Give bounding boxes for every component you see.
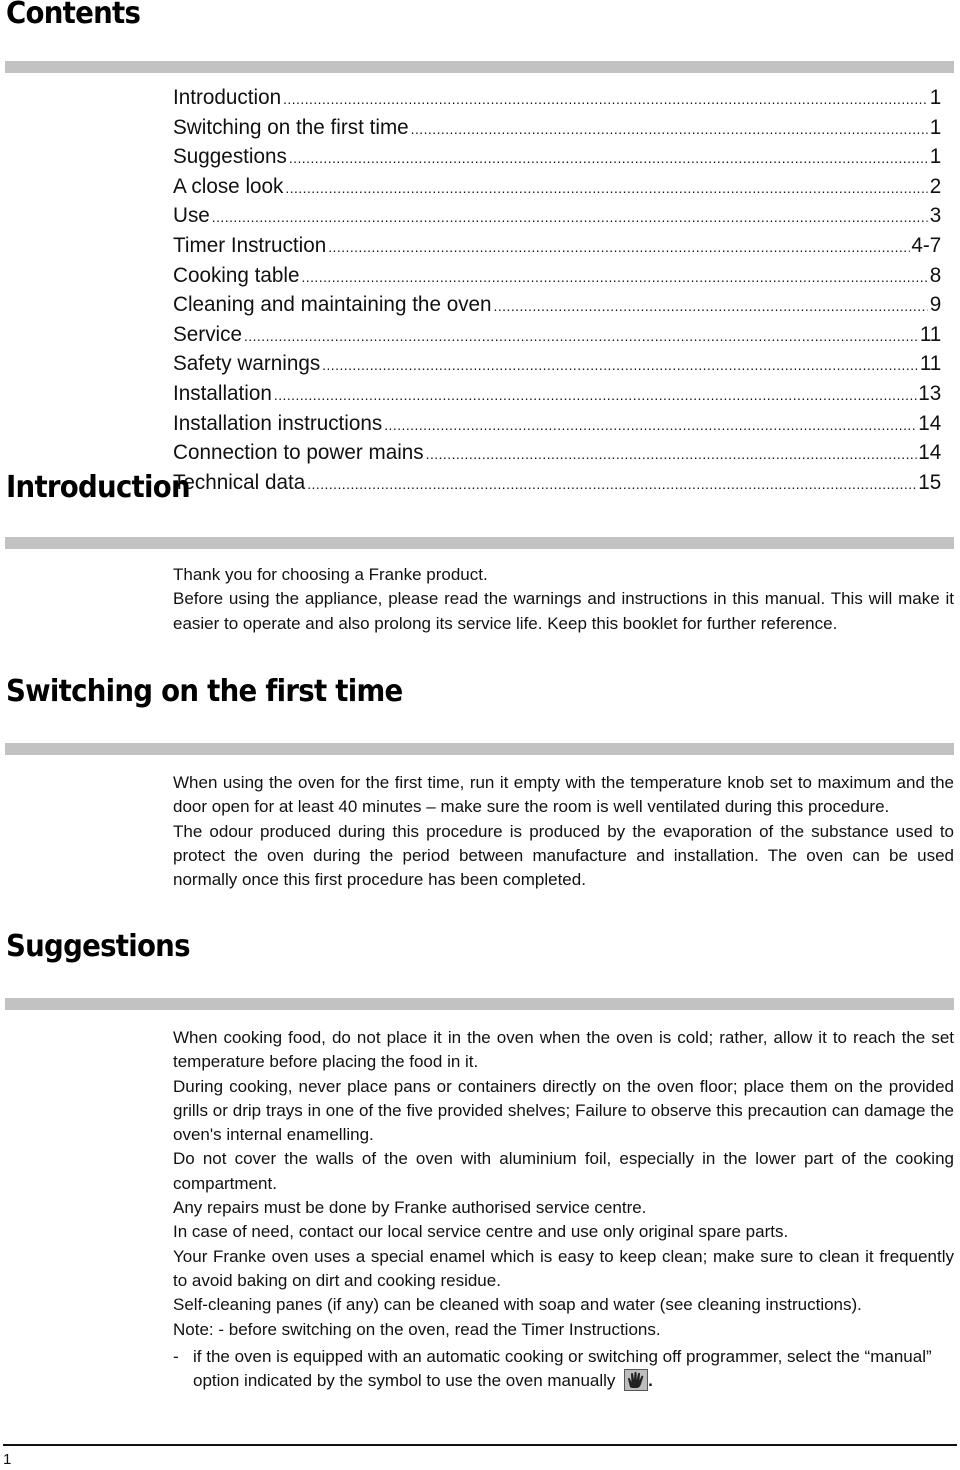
toc-entry[interactable]: Installation 13 xyxy=(173,380,941,410)
toc-entry-page: 1 xyxy=(929,145,942,169)
toc-entry-label: A close look xyxy=(173,174,284,198)
toc-dot-leader xyxy=(426,441,917,469)
toc-dot-leader xyxy=(411,116,928,144)
toc-dot-leader xyxy=(307,471,916,499)
toc-dot-leader xyxy=(289,145,928,173)
toc-entry[interactable]: Introduction 1 xyxy=(173,84,941,114)
paragraph: In case of need, contact our local servi… xyxy=(173,1222,789,1242)
paragraph: Thank you for choosing a Franke product. xyxy=(173,565,488,584)
toc-entry[interactable]: Technical data 15 xyxy=(173,469,941,499)
toc-entry-label: Technical data xyxy=(173,470,306,494)
toc-entry-label: Use xyxy=(173,204,210,228)
toc-entry-page: 1 xyxy=(929,86,942,109)
toc-entry-page: 2 xyxy=(929,174,942,198)
paragraph: Any repairs must be done by Franke autho… xyxy=(173,1198,647,1218)
toc-entry[interactable]: Timer Instruction 4-7 xyxy=(173,232,941,262)
toc-dot-leader xyxy=(285,175,927,203)
toc-entry-label: Safety warnings xyxy=(173,352,321,376)
section-divider-bar xyxy=(5,61,954,73)
toc-entry[interactable]: Cleaning and maintaining the oven 9 xyxy=(173,291,941,321)
switching-on-heading: Switching on the first time xyxy=(6,674,403,709)
toc-entry-page: 14 xyxy=(918,441,942,465)
section-divider-bar xyxy=(5,743,954,755)
introduction-body: Thank you for choosing a Franke product.… xyxy=(173,563,954,636)
section-divider-bar xyxy=(5,998,954,1010)
toc-entry-page: 15 xyxy=(918,470,942,494)
toc-entry-label: Introduction xyxy=(173,86,282,109)
toc-dot-leader xyxy=(244,323,918,351)
note-list-item: - if the oven is equipped with an automa… xyxy=(173,1345,954,1394)
list-item-body: if the oven is equipped with an automati… xyxy=(193,1346,932,1391)
toc-entry-page: 9 xyxy=(929,293,942,317)
toc-entry-label: Cooking table xyxy=(173,263,300,287)
toc-entry-label: Suggestions xyxy=(173,145,287,169)
footer-rule xyxy=(3,1444,957,1446)
toc-entry[interactable]: Service 11 xyxy=(173,321,941,351)
introduction-heading: Introduction xyxy=(6,470,191,505)
suggestions-body: When cooking food, do not place it in th… xyxy=(173,1026,954,1393)
table-of-contents: Introduction1Switching on the first time… xyxy=(173,84,941,498)
toc-entry-label: Installation instructions xyxy=(173,411,383,435)
toc-entry-page: 14 xyxy=(918,411,942,435)
paragraph: During cooking, never place pans or cont… xyxy=(173,1076,954,1145)
toc-entry-label: Timer Instruction xyxy=(173,233,327,257)
paragraph: When using the oven for the first time, … xyxy=(173,773,954,817)
switching-on-body: When using the oven for the first time, … xyxy=(173,771,954,892)
toc-entry[interactable]: Use 3 xyxy=(173,202,941,232)
toc-entry-page: 13 xyxy=(918,381,942,405)
paragraph: Your Franke oven uses a special enamel w… xyxy=(173,1246,954,1290)
toc-entry[interactable]: A close look 2 xyxy=(173,173,941,203)
paragraph: Before using the appliance, please read … xyxy=(173,589,954,633)
toc-entry-label: Connection to power mains xyxy=(173,441,424,465)
toc-entry-page: 3 xyxy=(929,204,942,228)
paragraph: Note: - before switching on the oven, re… xyxy=(173,1319,661,1339)
toc-dot-leader xyxy=(322,352,918,380)
toc-entry[interactable]: Connection to power mains 14 xyxy=(173,439,941,469)
list-dash: - xyxy=(173,1346,179,1366)
toc-entry-label: Installation xyxy=(173,381,272,405)
toc-entry-page: 11 xyxy=(919,322,942,346)
toc-entry-page: 1 xyxy=(929,115,942,139)
trailing-period: . xyxy=(648,1371,653,1391)
toc-entry[interactable]: Switching on the first time 1 xyxy=(173,114,941,144)
toc-entry[interactable]: Safety warnings 11 xyxy=(173,350,941,380)
toc-entry[interactable]: Installation instructions 14 xyxy=(173,410,941,440)
suggestions-heading: Suggestions xyxy=(6,929,191,964)
toc-dot-leader xyxy=(283,86,928,114)
section-divider-bar xyxy=(5,537,954,549)
toc-entry-label: Switching on the first time xyxy=(173,115,409,139)
toc-dot-leader xyxy=(274,382,916,410)
paragraph: Self-cleaning panes (if any) can be clea… xyxy=(173,1295,862,1315)
toc-dot-leader xyxy=(494,293,928,321)
manual-hand-icon xyxy=(624,1369,649,1392)
toc-dot-leader xyxy=(384,412,916,440)
toc-dot-leader xyxy=(328,234,909,262)
paragraph: Do not cover the walls of the oven with … xyxy=(173,1149,954,1193)
paragraph: The odour produced during this procedure… xyxy=(173,821,954,890)
list-item-text: if the oven is equipped with an automati… xyxy=(193,1345,954,1394)
paragraph: When cooking food, do not place it in th… xyxy=(173,1028,954,1072)
toc-dot-leader xyxy=(212,204,928,232)
toc-entry-page: 8 xyxy=(929,263,942,287)
toc-entry[interactable]: Cooking table 8 xyxy=(173,262,941,292)
page-number: 1 xyxy=(3,1451,12,1468)
toc-dot-leader xyxy=(301,264,927,292)
toc-entry-page: 11 xyxy=(919,352,942,376)
toc-entry-page: 4-7 xyxy=(911,233,942,257)
toc-entry[interactable]: Suggestions 1 xyxy=(173,143,941,173)
toc-entry-label: Cleaning and maintaining the oven xyxy=(173,293,492,317)
contents-heading: Contents xyxy=(6,0,141,31)
toc-entry-label: Service xyxy=(173,322,242,346)
